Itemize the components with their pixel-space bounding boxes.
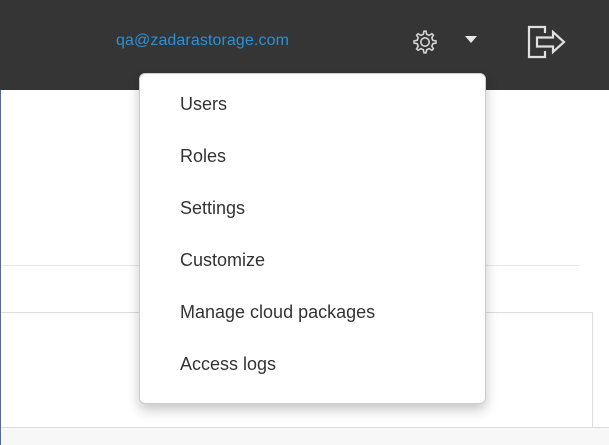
menu-item-label: Settings [180, 198, 246, 218]
menu-item-roles[interactable]: Roles [140, 142, 485, 194]
dropdown-menu-list: Users Roles Settings Customize Manage cl… [140, 90, 485, 402]
menu-item-settings[interactable]: Settings [140, 194, 485, 246]
menu-item-access-logs[interactable]: Access logs [140, 350, 485, 402]
settings-dropdown-menu: Users Roles Settings Customize Manage cl… [139, 73, 486, 404]
menu-item-label: Customize [180, 250, 266, 270]
menu-item-label: Access logs [180, 354, 277, 374]
user-email-link[interactable]: qa@zadarastorage.com [116, 30, 289, 52]
menu-item-customize[interactable]: Customize [140, 246, 485, 298]
menu-item-label: Users [180, 94, 228, 114]
menu-item-manage-cloud-packages[interactable]: Manage cloud packages [140, 298, 485, 350]
content-footer-strip [1, 428, 609, 445]
caret-down-icon[interactable] [465, 36, 477, 44]
gear-icon[interactable] [409, 27, 439, 57]
app-screen: qa@zadarastorage.com Users Roles Setting… [0, 0, 609, 445]
logout-icon[interactable] [526, 25, 568, 59]
menu-item-label: Manage cloud packages [180, 302, 376, 322]
menu-item-users[interactable]: Users [140, 90, 485, 142]
menu-item-label: Roles [180, 146, 227, 166]
